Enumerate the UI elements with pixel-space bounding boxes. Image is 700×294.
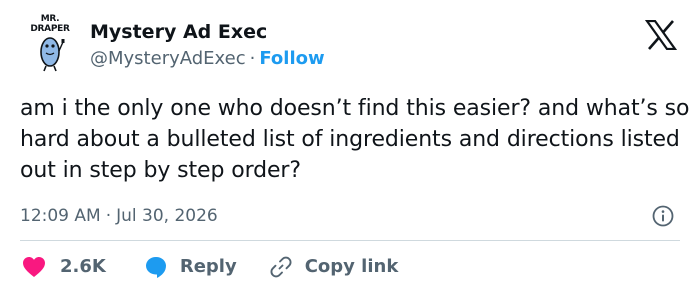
reply-button[interactable]: Reply — [144, 255, 237, 279]
heart-icon — [23, 257, 45, 277]
info-icon[interactable] — [651, 204, 675, 228]
tweet-card: MR. DRAPER Mystery Ad Exec @MysteryAdExe… — [0, 0, 700, 294]
action-bar: 2.6K Reply Copy link — [22, 254, 398, 280]
x-logo-icon[interactable] — [645, 20, 677, 50]
handle[interactable]: @MysteryAdExec — [90, 48, 246, 69]
reply-label: Reply — [179, 256, 237, 277]
like-count: 2.6K — [60, 256, 106, 277]
like-button[interactable]: 2.6K — [22, 255, 106, 279]
copy-link-label: Copy link — [304, 256, 399, 277]
copy-link-button[interactable]: Copy link — [269, 255, 399, 279]
link-icon — [270, 256, 292, 278]
avatar-figure-icon — [40, 37, 65, 72]
tweet-time: 12:09 AM — [20, 206, 101, 226]
tweet-date: Jul 30, 2026 — [116, 206, 218, 226]
reply-bubble-icon — [145, 257, 166, 278]
separator-dot: · — [249, 48, 256, 69]
display-name[interactable]: Mystery Ad Exec — [90, 20, 267, 44]
avatar[interactable]: MR. DRAPER — [22, 14, 78, 72]
divider — [20, 240, 680, 241]
follow-button[interactable]: Follow — [259, 48, 324, 69]
handle-row: @MysteryAdExec · Follow — [90, 47, 325, 71]
tweet-timestamp[interactable]: 12:09 AM · Jul 30, 2026 — [20, 204, 218, 228]
meta-separator: · — [105, 206, 112, 226]
tweet-text: am i the only one who doesn’t find this … — [20, 96, 690, 183]
